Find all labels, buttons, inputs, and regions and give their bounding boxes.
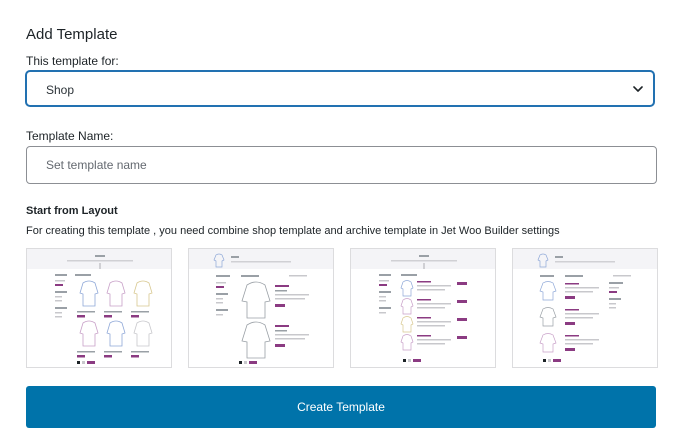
template-name-input[interactable] bbox=[27, 147, 656, 183]
layout-option-grid-sidebar[interactable] bbox=[26, 248, 172, 368]
template-name-field[interactable] bbox=[26, 146, 657, 184]
layout-option-list-compact[interactable] bbox=[512, 248, 658, 368]
layout-thumbnail-list-compact bbox=[513, 249, 657, 362]
layout-option-list-large[interactable] bbox=[188, 248, 334, 368]
layout-heading: Start from Layout bbox=[26, 205, 118, 217]
template-name-label: Template Name: bbox=[26, 129, 114, 143]
layout-option-list-sidebar[interactable] bbox=[350, 248, 496, 368]
template-for-value: Shop bbox=[46, 83, 75, 97]
page-title: Add Template bbox=[26, 26, 118, 43]
layout-thumbnail-list-sidebar bbox=[351, 249, 495, 362]
chevron-down-icon bbox=[633, 86, 643, 92]
layout-description: For creating this template , you need co… bbox=[26, 225, 560, 237]
layout-thumbnail-grid bbox=[27, 249, 171, 364]
create-template-button[interactable]: Create Template bbox=[26, 386, 656, 428]
template-for-select[interactable]: Shop bbox=[26, 71, 654, 106]
layout-thumbnail-list-large bbox=[189, 249, 333, 364]
template-for-label: This template for: bbox=[26, 54, 119, 68]
